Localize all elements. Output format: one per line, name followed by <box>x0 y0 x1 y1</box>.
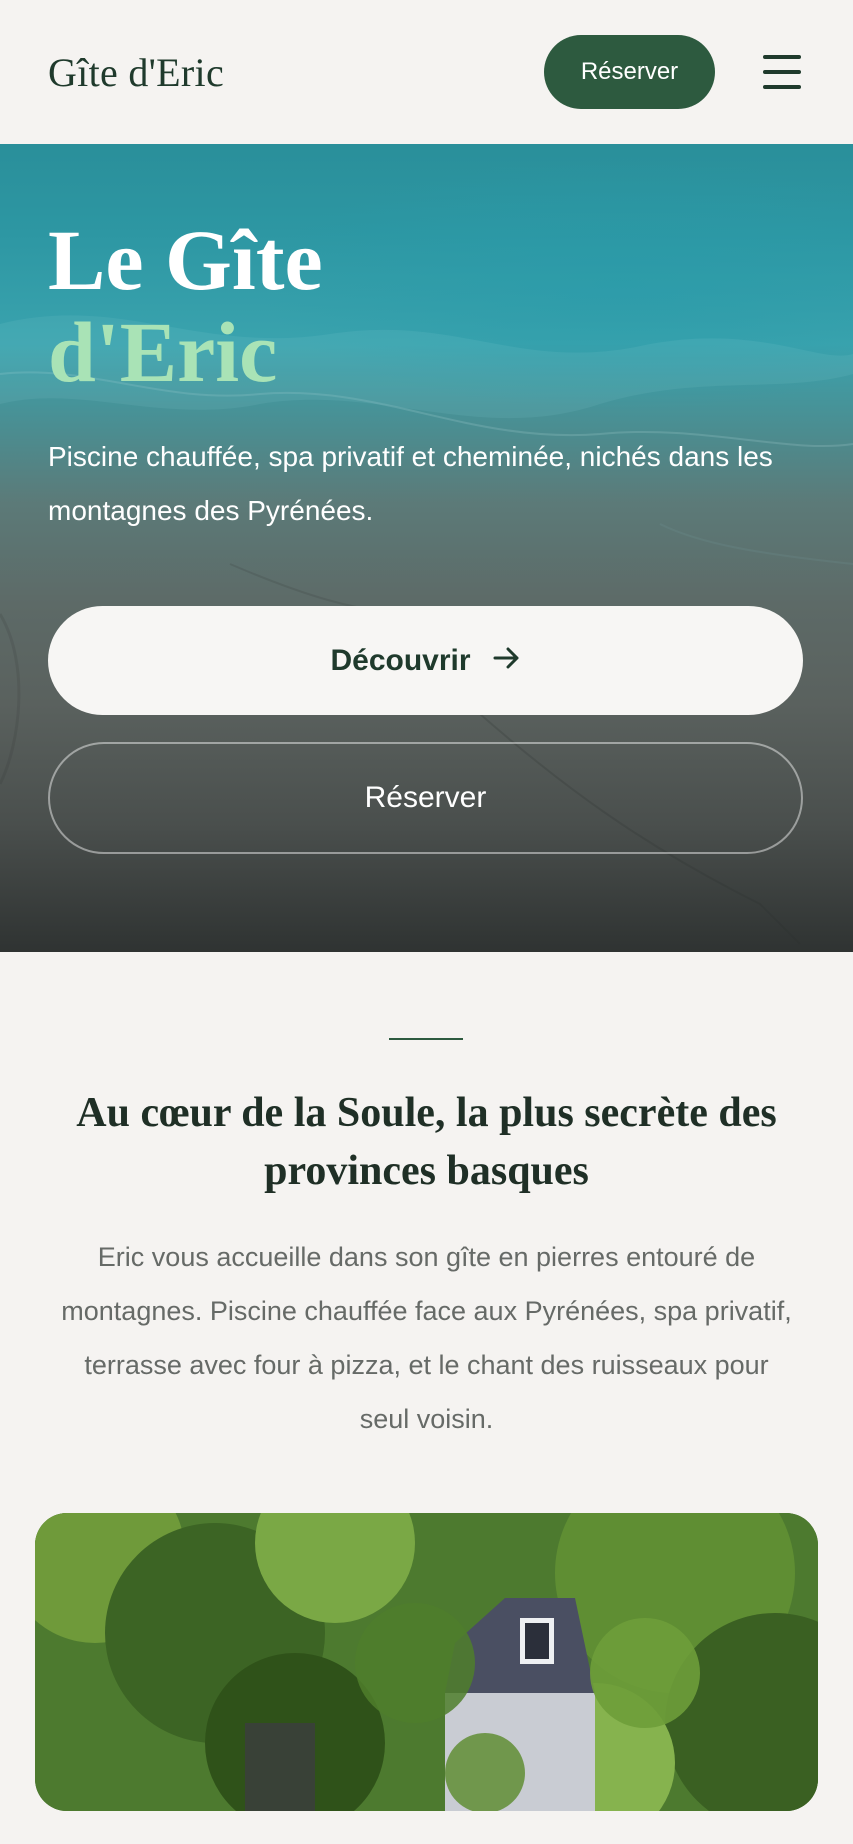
discover-button[interactable]: Découvrir <box>48 606 803 715</box>
hero-subtitle: Piscine chauffée, spa privatif et chemin… <box>48 441 773 526</box>
header-actions: Réserver <box>544 35 801 109</box>
hamburger-menu-icon[interactable] <box>763 55 801 89</box>
site-header: Gîte d'Eric Réserver <box>0 0 853 144</box>
reserve-button-header[interactable]: Réserver <box>544 35 715 109</box>
hero-title: Le Gîte d'Eric <box>48 214 323 398</box>
discover-button-label: Découvrir <box>330 643 471 677</box>
menu-line <box>763 55 801 59</box>
hero-section: Le Gîte d'Eric Piscine chauffée, spa pri… <box>0 144 853 952</box>
reserve-button-hero[interactable]: Réserver <box>48 742 803 854</box>
hero-title-line1: Le Gîte <box>48 212 323 308</box>
gite-photo <box>35 1513 818 1811</box>
menu-line <box>763 70 801 74</box>
intro-title: Au cœur de la Soule, la plus secrète des… <box>76 1090 777 1194</box>
hero-title-line2: d'Eric <box>48 304 278 400</box>
site-logo[interactable]: Gîte d'Eric <box>48 49 224 96</box>
gite-among-trees-image <box>35 1513 818 1811</box>
intro-text: Eric vous accueille dans son gîte en pie… <box>61 1242 792 1434</box>
menu-line <box>763 85 801 89</box>
arrow-right-icon <box>493 644 521 678</box>
section-divider <box>389 1038 463 1040</box>
